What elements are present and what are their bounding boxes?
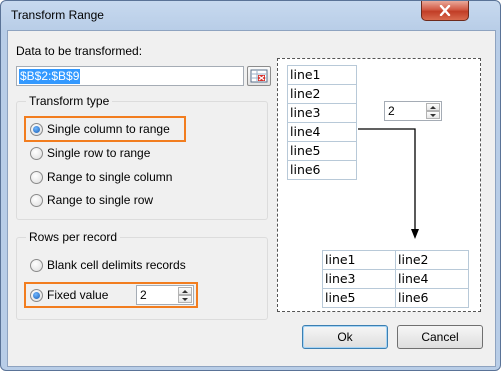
select-range-button[interactable] — [247, 66, 271, 86]
radio-single-row-to-range[interactable] — [30, 147, 43, 160]
result-range: line1 line2 line3 line4 line5 line6 — [322, 250, 469, 308]
range-select-icon — [250, 69, 268, 83]
decrement-button[interactable] — [178, 295, 192, 303]
data-label: Data to be transformed: — [16, 44, 143, 58]
result-cell: line6 — [395, 288, 469, 308]
fixed-value: 2 — [140, 288, 147, 302]
rows-per-record-title: Rows per record — [26, 230, 121, 244]
result-cell: line2 — [395, 250, 469, 270]
ok-button[interactable]: Ok — [302, 325, 388, 349]
option-label: Single column to range — [47, 122, 170, 136]
window-title: Transform Range — [11, 8, 104, 22]
radio-fixed-value[interactable] — [30, 289, 43, 302]
radio-range-to-single-column[interactable] — [30, 171, 43, 184]
result-cell: line1 — [322, 250, 396, 270]
dialog-body: Data to be transformed: $B$2:$B$9 Transf… — [7, 30, 496, 367]
result-cell: line5 — [322, 288, 396, 308]
result-cell: line4 — [395, 269, 469, 289]
option-label: Blank cell delimits records — [47, 258, 186, 272]
radio-range-to-single-row[interactable] — [30, 194, 43, 207]
title-bar[interactable]: Transform Range — [1, 1, 500, 29]
radio-single-column-to-range[interactable] — [30, 123, 43, 136]
increment-button[interactable] — [178, 287, 192, 295]
option-label: Range to single column — [47, 170, 173, 184]
range-input[interactable]: $B$2:$B$9 — [16, 66, 244, 86]
option-label: Single row to range — [47, 146, 151, 160]
radio-blank-cell-delimits[interactable] — [30, 259, 43, 272]
close-button[interactable] — [421, 1, 469, 21]
preview-panel: line1 line2 line3 line4 line5 line6 2 li… — [277, 58, 481, 312]
option-label: Range to single row — [47, 193, 154, 207]
close-icon — [439, 5, 451, 16]
fixed-value-stepper[interactable]: 2 — [136, 285, 194, 305]
option-label: Fixed value — [47, 288, 109, 302]
cancel-button[interactable]: Cancel — [397, 325, 483, 349]
result-cell: line3 — [322, 269, 396, 289]
transform-type-title: Transform type — [26, 94, 113, 108]
dialog-window: Transform Range Data to be transformed: … — [0, 0, 501, 371]
range-value: $B$2:$B$9 — [19, 69, 81, 84]
